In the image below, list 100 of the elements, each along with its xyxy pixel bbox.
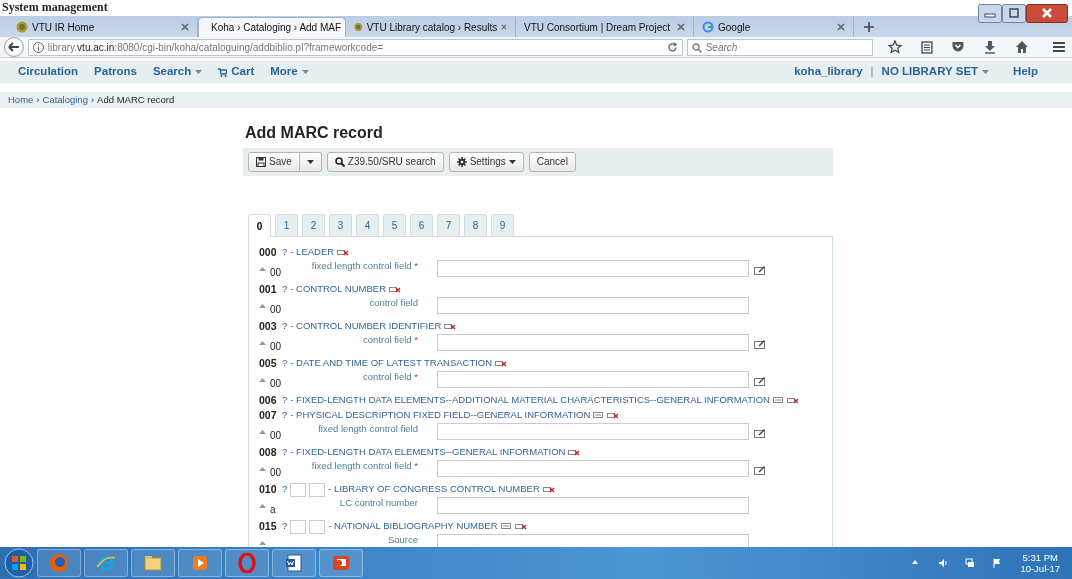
- reload-icon[interactable]: [666, 41, 678, 53]
- menu-link[interactable]: Patrons: [94, 63, 137, 81]
- start-button-icon[interactable]: [4, 548, 34, 578]
- address-bar[interactable]: library.vtu.ac.in:8080/cgi-bin/koha/cataloguing/addbiblio.pl?frameworkcode=: [27, 38, 683, 56]
- help-link[interactable]: ?: [282, 445, 288, 460]
- clock[interactable]: 5:31 PM 10-Jul-17: [1020, 552, 1060, 574]
- edit-icon[interactable]: [754, 377, 766, 386]
- delete-icon[interactable]: [444, 322, 457, 331]
- indicator-field[interactable]: [309, 519, 326, 534]
- up-arrow-icon[interactable]: [259, 541, 266, 545]
- delete-icon[interactable]: [514, 522, 527, 531]
- edit-icon[interactable]: [754, 340, 766, 349]
- text-field[interactable]: [437, 297, 749, 314]
- up-arrow-icon[interactable]: [259, 341, 266, 345]
- help-link[interactable]: ?: [282, 245, 288, 260]
- save-button[interactable]: Save: [248, 152, 300, 172]
- marc-tab[interactable]: 6: [410, 214, 433, 236]
- indicator-field[interactable]: [290, 519, 307, 534]
- help-link[interactable]: ?: [282, 482, 288, 497]
- download-icon[interactable]: [983, 40, 998, 54]
- speaker-icon[interactable]: [938, 558, 949, 568]
- marc-tab[interactable]: 7: [437, 214, 460, 236]
- up-arrow-icon[interactable]: [259, 430, 266, 434]
- clone-icon[interactable]: [593, 412, 605, 419]
- breadcrumb-link[interactable]: Cataloging: [42, 92, 88, 108]
- field-name[interactable]: - PHYSICAL DESCRIPTION FIXED FIELD--GENERAL INFORMATION: [290, 408, 591, 423]
- text-field[interactable]: [437, 423, 749, 440]
- delete-icon[interactable]: [542, 485, 555, 494]
- menu-link[interactable]: Cart: [218, 63, 255, 81]
- marc-tab[interactable]: 1: [275, 214, 298, 236]
- menu-link[interactable]: Circulation: [18, 63, 79, 81]
- search-button[interactable]: Z39.50/SRU search: [326, 152, 444, 172]
- help-link[interactable]: ?: [282, 393, 288, 408]
- text-field[interactable]: [437, 460, 749, 477]
- up-arrow-icon[interactable]: [259, 504, 266, 508]
- field-name[interactable]: - NATIONAL BIBLIOGRAPHY NUMBER: [328, 519, 498, 534]
- pocket-icon[interactable]: [951, 40, 966, 54]
- minimize-icon[interactable]: [978, 4, 1002, 23]
- marc-tab[interactable]: 5: [383, 214, 406, 236]
- help-link[interactable]: Help: [1013, 63, 1038, 81]
- field-name[interactable]: - DATE AND TIME OF LATEST TRANSACTION: [290, 356, 493, 371]
- search-field[interactable]: Search: [686, 38, 873, 56]
- cancel-button[interactable]: Cancel: [528, 152, 576, 172]
- breadcrumb-link[interactable]: Home: [8, 92, 34, 108]
- maximize-icon[interactable]: [1002, 4, 1026, 23]
- up-arrow-icon[interactable]: [259, 304, 266, 308]
- help-link[interactable]: ?: [282, 519, 288, 534]
- marc-tab[interactable]: 8: [464, 214, 487, 236]
- network-icon[interactable]: [965, 558, 976, 568]
- marc-tab[interactable]: 3: [329, 214, 352, 236]
- field-name[interactable]: - FIXED-LENGTH DATA ELEMENTS--ADDITIONAL MATERIAL CHARACTERISTICS--GENERAL INFORMATION: [290, 393, 770, 408]
- delete-icon[interactable]: [495, 359, 508, 368]
- delete-icon[interactable]: [786, 396, 799, 405]
- delete-icon[interactable]: [568, 448, 581, 457]
- close-icon[interactable]: [1026, 4, 1068, 23]
- close-icon[interactable]: [837, 23, 845, 31]
- back-icon[interactable]: [4, 37, 24, 57]
- star-icon[interactable]: [887, 40, 902, 54]
- close-icon[interactable]: [181, 23, 189, 31]
- up-arrow-icon[interactable]: [259, 267, 266, 271]
- reading-list-icon[interactable]: [919, 40, 934, 54]
- indicator-field[interactable]: [290, 482, 307, 497]
- library-menu[interactable]: NO LIBRARY SET: [881, 63, 990, 81]
- flag-icon[interactable]: [992, 558, 1003, 568]
- delete-icon[interactable]: [389, 285, 401, 294]
- text-field[interactable]: [437, 371, 749, 388]
- field-name[interactable]: - CONTROL NUMBER IDENTIFIER: [290, 319, 442, 334]
- save-options-button[interactable]: [299, 152, 322, 172]
- marc-tab[interactable]: 0: [248, 214, 271, 237]
- help-link[interactable]: ?: [282, 356, 288, 371]
- marc-tab[interactable]: 4: [356, 214, 379, 236]
- close-icon[interactable]: [677, 23, 685, 31]
- close-icon[interactable]: [501, 23, 507, 31]
- field-name[interactable]: - LIBRARY OF CONGRESS CONTROL NUMBER: [328, 482, 540, 497]
- menu-icon[interactable]: [1052, 40, 1066, 54]
- taskbar-button[interactable]: [319, 549, 363, 577]
- clone-icon[interactable]: [772, 397, 784, 404]
- indicator-field[interactable]: [309, 482, 326, 497]
- help-link[interactable]: ?: [282, 319, 288, 334]
- field-name[interactable]: - CONTROL NUMBER: [290, 282, 386, 297]
- field-name[interactable]: - LEADER: [290, 245, 335, 260]
- up-arrow-icon[interactable]: [259, 467, 266, 471]
- user-link[interactable]: koha_library: [794, 63, 863, 81]
- home-icon[interactable]: [1015, 40, 1030, 54]
- marc-tab[interactable]: 9: [491, 214, 514, 236]
- edit-icon[interactable]: [754, 466, 766, 475]
- text-field[interactable]: [437, 497, 749, 514]
- taskbar-button[interactable]: [272, 549, 316, 577]
- edit-icon[interactable]: [754, 266, 766, 275]
- edit-icon[interactable]: [754, 429, 766, 438]
- settings-menu-button[interactable]: Settings: [448, 152, 524, 172]
- help-link[interactable]: ?: [282, 408, 288, 423]
- text-field[interactable]: [437, 260, 749, 277]
- clone-icon[interactable]: [500, 523, 512, 530]
- delete-icon[interactable]: [337, 248, 350, 257]
- browser-tab[interactable]: Koha › Cataloging › Add MAF: [198, 17, 346, 37]
- text-field[interactable]: [437, 334, 749, 351]
- delete-icon[interactable]: [607, 411, 620, 420]
- field-name[interactable]: - FIXED-LENGTH DATA ELEMENTS--GENERAL INFORMATION: [290, 445, 566, 460]
- menu-link[interactable]: Search: [152, 63, 203, 81]
